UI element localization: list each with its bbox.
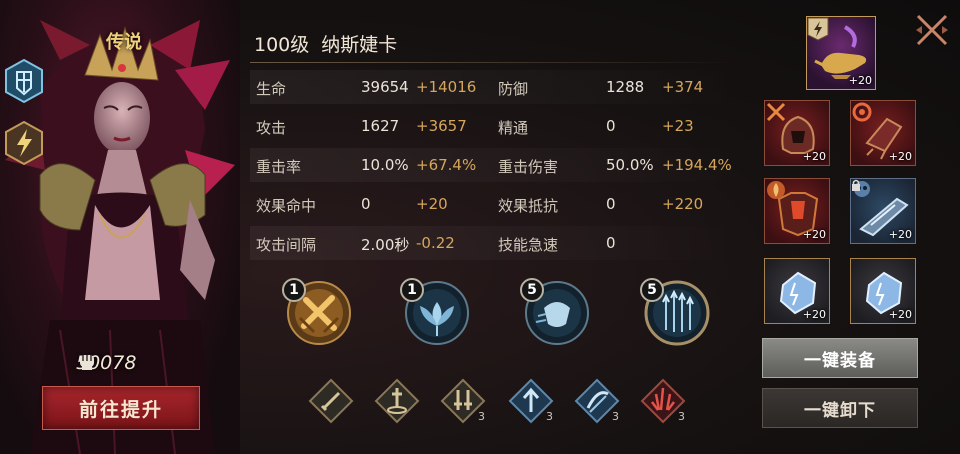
stat-value: 0 (606, 234, 616, 252)
stat-label: 精通 (498, 119, 529, 137)
skill-level-badge: 1 (282, 278, 306, 302)
stat-value: 0 (606, 195, 616, 213)
enhance-level: +20 (848, 74, 872, 87)
stat-label: 重击伤害 (498, 158, 559, 176)
stat-bonus: +20 (416, 195, 448, 213)
stat-label: 攻击间隔 (256, 236, 317, 254)
equipment-slot-gem[interactable]: +20 (764, 258, 830, 324)
element-lightning-badge-icon[interactable] (4, 120, 44, 166)
lock-icon (852, 179, 860, 191)
enhance-level: +20 (802, 150, 826, 163)
unequip-all-button[interactable]: 一键卸下 (762, 388, 918, 428)
stat-label: 重击率 (256, 158, 302, 176)
stat-label: 效果抵抗 (498, 197, 559, 215)
title-divider (250, 62, 740, 63)
hero-title: 100级 纳斯婕卡 (254, 30, 397, 57)
hero-portrait-panel: 传说 50078 前往提升 (0, 0, 240, 454)
equipment-slot-gauntlet[interactable]: +20 (850, 100, 916, 166)
rune-count: 3 (546, 410, 553, 423)
equipment-slot-weapon[interactable]: +20 (850, 178, 916, 244)
stat-bonus: +14016 (416, 78, 477, 96)
skill-level-badge: 5 (640, 278, 664, 302)
hero-name: 纳斯婕卡 (321, 34, 398, 56)
fist-power-icon (80, 355, 94, 370)
stat-bonus: -0.22 (416, 234, 455, 252)
artifact-slot[interactable]: +20 (806, 16, 876, 90)
rune-slot[interactable] (308, 378, 354, 424)
stat-label: 技能急速 (498, 236, 559, 254)
hero-level: 100级 (254, 34, 310, 56)
enhance-level: +20 (888, 228, 912, 241)
rune-count: 3 (478, 410, 485, 423)
stat-value: 1627 (361, 117, 400, 135)
skill-slot-arrow-volley[interactable]: 5 (640, 278, 710, 346)
stat-label: 防御 (498, 80, 529, 98)
stat-bonus: +23 (662, 117, 694, 135)
enhance-level: +20 (888, 150, 912, 163)
rune-slot[interactable]: 3 (640, 378, 686, 424)
sword-rune-icon (308, 378, 354, 424)
stat-label: 攻击 (256, 119, 287, 137)
equipment-slot-gem[interactable]: +20 (850, 258, 916, 324)
stat-value: 1288 (606, 78, 645, 96)
planted-sword-rune-icon (374, 378, 420, 424)
hero-detail-screen: 传说 50078 前往提升 100级 纳斯婕卡 生命 39654 +14016 … (0, 0, 960, 454)
stat-value: 0 (606, 117, 616, 135)
stat-row: 生命 39654 +14016 防御 1288 +374 (250, 70, 740, 104)
stat-row: 重击率 10.0% +67.4% 重击伤害 50.0% +194.4% (250, 148, 740, 182)
rune-count: 3 (612, 410, 619, 423)
swirl-tag-icon (852, 102, 872, 122)
skill-level-badge: 1 (400, 278, 424, 302)
go-upgrade-button[interactable]: 前往提升 (42, 386, 200, 430)
stat-bonus: +374 (662, 78, 704, 96)
rune-slot[interactable] (374, 378, 420, 424)
flame-tag-icon (767, 181, 785, 199)
stat-label: 效果命中 (256, 197, 317, 215)
equipment-slot-chest[interactable]: +20 (764, 178, 830, 244)
equip-all-button[interactable]: 一键装备 (762, 338, 918, 378)
close-button[interactable] (914, 12, 950, 48)
combat-power: 50078 (76, 350, 136, 376)
stat-value: 0 (361, 195, 371, 213)
stat-row: 攻击间隔 2.00秒 -0.22 技能急速 0 (250, 226, 740, 260)
stat-bonus: +220 (662, 195, 704, 213)
skill-slot-lotus-flower[interactable]: 1 (400, 278, 470, 346)
stat-row: 攻击 1627 +3657 精通 0 +23 (250, 109, 740, 143)
skill-slot-crossed-swords[interactable]: 1 (282, 278, 352, 346)
stat-value: 39654 (361, 78, 409, 96)
skill-slot-shield-bash[interactable]: 5 (520, 278, 590, 346)
rarity-label: 传说 (106, 32, 142, 53)
element-lightning-tag-icon (807, 17, 829, 41)
rune-slot[interactable]: 3 (508, 378, 554, 424)
rune-count: 3 (678, 410, 685, 423)
equipment-slot-helmet[interactable]: +20 (764, 100, 830, 166)
rune-slot[interactable]: 3 (440, 378, 486, 424)
stat-bonus: +194.4% (662, 156, 732, 174)
stat-value: 10.0% (361, 156, 409, 174)
close-icon (916, 14, 948, 46)
class-badge-icon[interactable] (4, 58, 44, 104)
stat-value: 2.00秒 (361, 236, 410, 254)
enhance-level: +20 (802, 228, 826, 241)
stat-label: 生命 (256, 80, 287, 98)
stat-value: 50.0% (606, 156, 654, 174)
stat-row: 效果命中 0 +20 效果抵抗 0 +220 (250, 187, 740, 221)
stat-bonus: +3657 (416, 117, 467, 135)
rune-slot[interactable]: 3 (574, 378, 620, 424)
stat-bonus: +67.4% (416, 156, 477, 174)
enhance-level: +20 (802, 308, 826, 321)
crossed-swords-tag-icon (766, 102, 786, 122)
enhance-level: +20 (888, 308, 912, 321)
skill-level-badge: 5 (520, 278, 544, 302)
